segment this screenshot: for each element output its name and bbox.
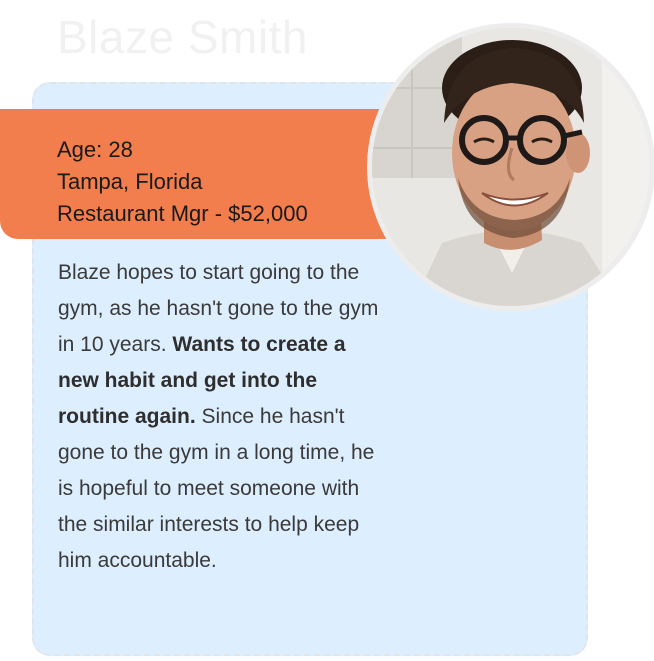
avatar [367, 23, 654, 311]
persona-info-banner: Age: 28 Tampa, Florida Restaurant Mgr - … [0, 109, 412, 239]
avatar-photo [372, 28, 650, 306]
bio-outro: Since he hasn't gone to the gym in a lon… [58, 405, 375, 572]
persona-occupation: Restaurant Mgr - $52,000 [57, 201, 308, 226]
persona-name: Blaze Smith [57, 11, 308, 63]
persona-age: Age: 28 [57, 137, 133, 162]
persona-page: Blaze Smith Age: 28 Tampa, Florida Resta… [0, 0, 654, 661]
persona-location: Tampa, Florida [57, 169, 203, 194]
persona-bio: Blaze hopes to start going to the gym, a… [58, 255, 388, 579]
